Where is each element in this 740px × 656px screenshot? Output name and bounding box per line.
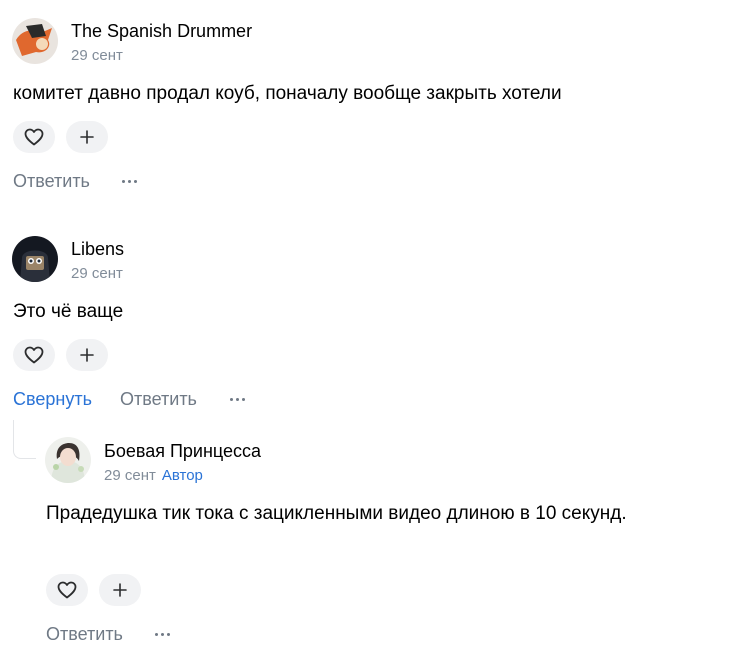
like-button[interactable]: [46, 574, 88, 606]
more-dots-icon[interactable]: [114, 171, 144, 191]
thread-connector: [13, 420, 36, 459]
comment-text: Прадедушка тик тока с зацикленными видео…: [46, 503, 627, 524]
like-button[interactable]: [13, 339, 55, 371]
more-dots-icon[interactable]: [222, 389, 252, 409]
avatar-image: [12, 18, 58, 64]
like-button[interactable]: [13, 121, 55, 153]
plus-icon: [80, 130, 94, 144]
author-name[interactable]: Боевая Принцесса: [104, 441, 261, 462]
more-dots-icon[interactable]: [147, 624, 177, 644]
add-reaction-button[interactable]: [66, 339, 108, 371]
author-name[interactable]: The Spanish Drummer: [71, 21, 252, 42]
heart-icon: [24, 346, 44, 364]
avatar-image: [12, 236, 58, 282]
author-badge: Автор: [161, 467, 203, 484]
reply-button[interactable]: Ответить: [13, 171, 90, 192]
add-reaction-button[interactable]: [99, 574, 141, 606]
comment-date: 29 сент Автор: [104, 467, 203, 484]
author-name[interactable]: Libens: [71, 239, 124, 260]
comment-date[interactable]: 29 сент: [71, 265, 123, 282]
collapse-button[interactable]: Свернуть: [13, 389, 92, 410]
comment-date[interactable]: 29 сент: [71, 47, 123, 64]
heart-icon: [57, 581, 77, 599]
avatar-image: [45, 437, 91, 483]
avatar[interactable]: [45, 437, 91, 483]
reply-button[interactable]: Ответить: [46, 624, 123, 645]
add-reaction-button[interactable]: [66, 121, 108, 153]
comment-text: Это чё ваще: [13, 301, 124, 322]
plus-icon: [113, 583, 127, 597]
plus-icon: [80, 348, 94, 362]
comment-text: комитет давно продал коуб, поначалу вооб…: [13, 83, 562, 104]
avatar[interactable]: [12, 18, 58, 64]
comment-date-text[interactable]: 29 сент: [104, 467, 156, 484]
reply-button[interactable]: Ответить: [120, 389, 197, 410]
heart-icon: [24, 128, 44, 146]
avatar[interactable]: [12, 236, 58, 282]
